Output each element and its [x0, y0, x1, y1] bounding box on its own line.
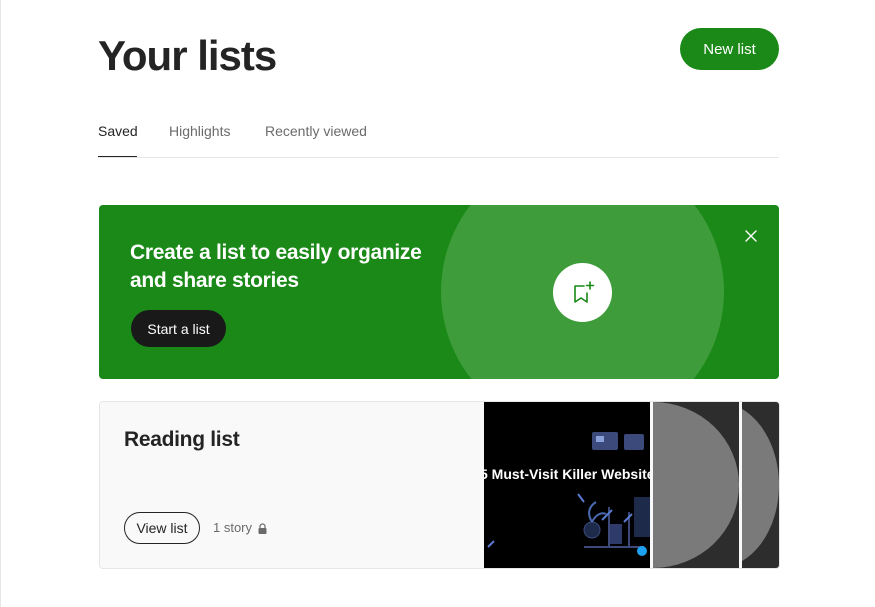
reading-list-title: Reading list — [124, 428, 240, 451]
thumbnail-caption: 5 Must-Visit Killer Websites for Develop… — [484, 466, 650, 482]
close-icon[interactable] — [744, 229, 758, 243]
tab-highlights[interactable]: Highlights — [169, 123, 230, 139]
story-thumbnail-placeholder — [653, 402, 739, 568]
page-title: Your lists — [98, 32, 277, 79]
story-thumbnail: 5 Must-Visit Killer Websites for Develop… — [484, 402, 650, 568]
promo-heading: Create a list to easily organize and sha… — [130, 241, 422, 292]
reading-list-card[interactable]: Reading list View list 1 story 5 Must-Vi… — [99, 401, 780, 569]
tabs-bar: Saved Highlights Recently viewed — [98, 116, 779, 158]
tab-saved[interactable]: Saved — [98, 123, 138, 139]
developer-illustration — [487, 432, 650, 556]
story-thumbnail-placeholder — [742, 402, 779, 568]
active-tab-underline — [98, 156, 137, 157]
story-count: 1 story — [213, 520, 253, 535]
lock-icon — [258, 523, 267, 534]
view-list-button[interactable]: View list — [124, 512, 200, 544]
create-list-promo: Create a list to easily organize and sha… — [99, 205, 779, 379]
start-list-button[interactable]: Start a list — [131, 310, 226, 347]
placeholder-circle — [653, 402, 739, 568]
page-left-border — [0, 0, 1, 607]
tab-recently-viewed[interactable]: Recently viewed — [265, 123, 367, 139]
new-list-button[interactable]: New list — [680, 28, 779, 70]
placeholder-circle — [742, 402, 779, 568]
promo-icon-badge — [553, 263, 612, 322]
bookmark-plus-icon — [573, 280, 594, 303]
